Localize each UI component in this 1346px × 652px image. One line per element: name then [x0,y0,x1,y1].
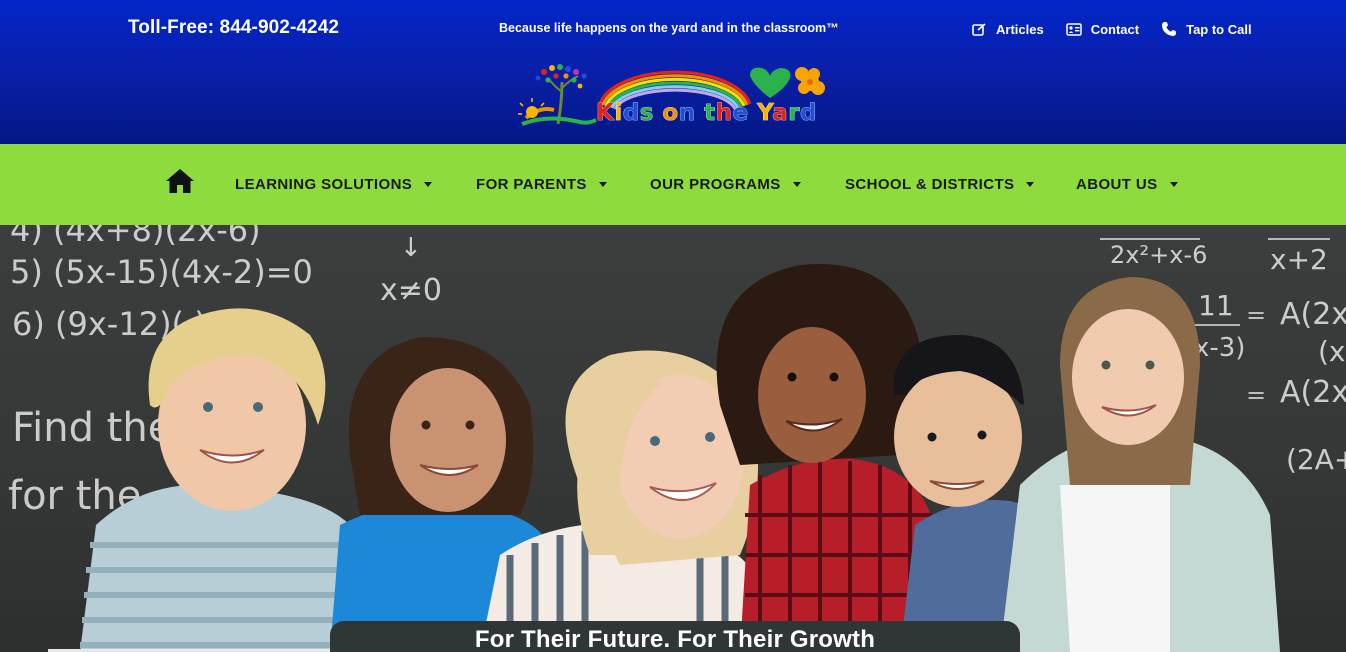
articles-link[interactable]: Articles [972,19,1044,39]
logo-wordmark: Kids on the Yard [596,100,817,127]
contact-label: Contact [1090,21,1140,37]
nav-for-parents[interactable]: FOR PARENTS [476,176,607,193]
home-icon[interactable] [165,168,195,194]
kids-on-the-yard-logo[interactable]: Kids on the Yard [518,62,830,130]
tap-to-call-label: Tap to Call [1186,21,1252,37]
nav-school-districts-label: SCHOOL & DISTRICTS [845,176,1015,193]
articles-label: Articles [996,21,1044,37]
hero-image: 4) (4x+8)(2x-6) 5) (5x-15)(4x-2)=0 6) (9… [0,225,1346,652]
nav-learning-solutions-label: LEARNING SOLUTIONS [235,176,413,193]
nav-for-parents-label: FOR PARENTS [476,176,587,193]
chevron-down-icon [1026,182,1035,187]
top-header: Toll-Free: 844-902-4242 Because life hap… [0,0,1346,144]
nav-learning-solutions[interactable]: LEARNING SOLUTIONS [235,176,433,193]
articles-icon [972,22,986,36]
contact-card-icon [1065,22,1082,36]
top-links: Articles Contact Tap to Call [972,19,1274,39]
hero-title: For Their Future. For Their Growth [474,626,876,652]
phone-icon [1162,22,1177,36]
nav-school-districts[interactable]: SCHOOL & DISTRICTS [845,176,1035,193]
nav-our-programs[interactable]: OUR PROGRAMS [650,176,801,193]
chevron-down-icon [598,182,607,187]
nav-about-us-label: ABOUT US [1076,176,1158,193]
main-navigation: LEARNING SOLUTIONS FOR PARENTS OUR PROGR… [0,144,1346,225]
hero-banner: For Their Future. For Their Growth [330,621,1020,652]
tagline: Because life happens on the yard and in … [499,21,839,35]
nav-about-us[interactable]: ABOUT US [1076,176,1178,193]
kids-and-teacher-photo [80,264,1280,652]
toll-free-phone-link[interactable]: Toll-Free: 844-902-4242 [128,17,339,39]
chevron-down-icon [792,182,801,187]
chevron-down-icon [424,182,433,187]
contact-link[interactable]: Contact [1065,19,1140,39]
tap-to-call-link[interactable]: Tap to Call [1161,19,1252,39]
nav-our-programs-label: OUR PROGRAMS [650,176,781,193]
chevron-down-icon [1169,182,1178,187]
